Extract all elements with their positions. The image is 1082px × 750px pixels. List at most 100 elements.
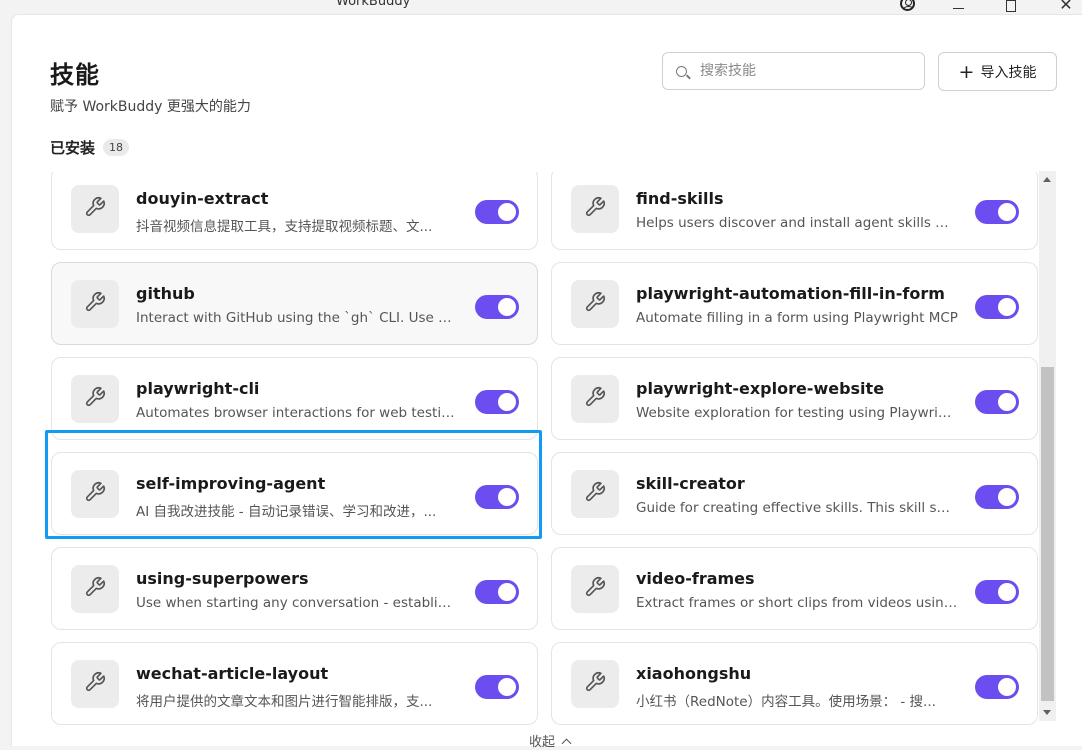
import-skill-button[interactable]: + 导入技能 — [938, 52, 1057, 91]
scroll-down-arrow-icon[interactable] — [1043, 710, 1051, 715]
skill-description: Interact with GitHub using the `gh` CLI.… — [136, 310, 458, 326]
wrench-icon — [584, 576, 606, 602]
skill-card-find-skills[interactable]: find-skills Helps users discover and inst… — [551, 172, 1038, 250]
skill-icon-box — [571, 375, 619, 423]
import-skill-label: 导入技能 — [980, 64, 1037, 81]
search-input[interactable] — [698, 62, 902, 80]
skill-toggle[interactable] — [475, 675, 519, 699]
skill-card-video-frames[interactable]: video-frames Extract frames or short clip… — [551, 547, 1038, 630]
minimize-button[interactable] — [948, 0, 968, 12]
skill-name: using-superpowers — [136, 569, 309, 588]
wrench-icon — [84, 196, 106, 222]
skill-card-douyin-extract[interactable]: douyin-extract 抖音视频信息提取工具，支持提取视频标题、文... — [51, 172, 538, 250]
wrench-icon — [84, 481, 106, 507]
skill-name: self-improving-agent — [136, 474, 326, 493]
skill-icon-box — [571, 470, 619, 518]
skill-icon-box — [71, 280, 119, 328]
skill-card-wechat-article-layout[interactable]: wechat-article-layout 将用户提供的文章文本和图片进行智能排版… — [51, 642, 538, 725]
skill-toggle[interactable] — [475, 485, 519, 509]
wrench-icon — [584, 196, 606, 222]
skills-list[interactable]: douyin-extract 抖音视频信息提取工具，支持提取视频标题、文... fi… — [51, 172, 1038, 728]
skills-grid: douyin-extract 抖音视频信息提取工具，支持提取视频标题、文... fi… — [51, 172, 1038, 725]
skill-card-skill-creator[interactable]: skill-creator Guide for creating effectiv… — [551, 452, 1038, 535]
skill-card-self-improving-agent[interactable]: self-improving-agent AI 自我改进技能 - 自动记录错误、学… — [51, 452, 538, 535]
plus-icon: + — [958, 60, 975, 83]
skill-name: github — [136, 284, 195, 303]
skill-toggle[interactable] — [975, 390, 1019, 414]
toggle-knob — [498, 203, 516, 221]
skill-name: find-skills — [636, 189, 724, 208]
collapse-label: 收起 — [529, 735, 556, 750]
minimize-icon — [952, 7, 964, 9]
skill-card-playwright-explore-website[interactable]: playwright-explore-website Website explor… — [551, 357, 1038, 440]
skill-description: Website exploration for testing using Pl… — [636, 405, 958, 421]
search-box[interactable] — [662, 52, 925, 90]
skill-card-using-superpowers[interactable]: using-superpowers Use when starting any c… — [51, 547, 538, 630]
skill-description: Automates browser interactions for web t… — [136, 405, 458, 421]
skill-toggle[interactable] — [975, 485, 1019, 509]
close-button[interactable]: ✕ — [1056, 0, 1076, 14]
skill-name: wechat-article-layout — [136, 664, 329, 683]
skill-toggle[interactable] — [975, 295, 1019, 319]
skill-toggle[interactable] — [475, 295, 519, 319]
wrench-icon — [84, 671, 106, 697]
search-icon — [676, 65, 687, 77]
skill-icon-box — [571, 185, 619, 233]
toggle-knob — [998, 393, 1016, 411]
installed-label: 已安装 — [50, 139, 96, 157]
skill-description: 抖音视频信息提取工具，支持提取视频标题、文... — [136, 219, 433, 235]
scrollbar[interactable] — [1039, 171, 1056, 721]
skill-name: playwright-cli — [136, 379, 260, 398]
wrench-icon — [584, 671, 606, 697]
skill-card-playwright-cli[interactable]: playwright-cli Automates browser interact… — [51, 357, 538, 440]
toggle-knob — [998, 488, 1016, 506]
scrollbar-thumb[interactable] — [1041, 367, 1054, 701]
skill-icon-box — [71, 565, 119, 613]
skill-toggle[interactable] — [975, 200, 1019, 224]
skill-icon-box — [571, 280, 619, 328]
toggle-knob — [498, 678, 516, 696]
skill-toggle[interactable] — [975, 580, 1019, 604]
skill-toggle[interactable] — [475, 390, 519, 414]
maximize-button[interactable] — [1001, 0, 1021, 12]
skill-description: Extract frames or short clips from video… — [636, 595, 958, 611]
collapse-button[interactable]: 收起 — [529, 731, 572, 750]
page-title: 技能 — [50, 61, 100, 89]
skill-icon-box — [71, 470, 119, 518]
skill-toggle[interactable] — [975, 675, 1019, 699]
wrench-icon — [584, 386, 606, 412]
skill-card-playwright-automation-fill-in-form[interactable]: playwright-automation-fill-in-form Automa… — [551, 262, 1038, 345]
close-icon: ✕ — [1059, 0, 1073, 14]
skill-toggle[interactable] — [475, 580, 519, 604]
wrench-icon — [584, 291, 606, 317]
wrench-icon — [584, 481, 606, 507]
skill-name: skill-creator — [636, 474, 745, 493]
skill-name: douyin-extract — [136, 189, 269, 208]
skill-description: 小红书（RedNote）内容工具。使用场景： - 搜... — [636, 694, 936, 710]
skill-icon-box — [71, 185, 119, 233]
skill-card-github[interactable]: github Interact with GitHub using the `gh… — [51, 262, 538, 345]
toggle-knob — [998, 298, 1016, 316]
toggle-knob — [498, 488, 516, 506]
skill-name: video-frames — [636, 569, 755, 588]
toggle-knob — [998, 203, 1016, 221]
skill-description: 将用户提供的文章文本和图片进行智能排版，支... — [136, 694, 433, 710]
skill-card-xiaohongshu[interactable]: xiaohongshu 小红书（RedNote）内容工具。使用场景： - 搜... — [551, 642, 1038, 725]
skills-panel: 技能 赋予 WorkBuddy 更强大的能力 + 导入技能 已安装 18 dou… — [11, 14, 1082, 746]
scroll-up-arrow-icon[interactable] — [1043, 177, 1051, 182]
maximize-icon — [1006, 0, 1016, 12]
chevron-up-icon — [561, 738, 572, 748]
toggle-knob — [998, 583, 1016, 601]
wrench-icon — [84, 291, 106, 317]
title-bar: WorkBuddy ✕ — [0, 0, 1082, 14]
window-title: WorkBuddy — [336, 0, 411, 9]
skill-description: Automate filling in a form using Playwri… — [636, 310, 958, 326]
toggle-knob — [498, 393, 516, 411]
skill-icon-box — [71, 375, 119, 423]
wrench-icon — [84, 386, 106, 412]
wrench-icon — [84, 576, 106, 602]
skill-toggle[interactable] — [475, 200, 519, 224]
account-button[interactable] — [897, 0, 917, 12]
installed-count-badge: 18 — [103, 139, 130, 156]
skill-icon-box — [571, 565, 619, 613]
